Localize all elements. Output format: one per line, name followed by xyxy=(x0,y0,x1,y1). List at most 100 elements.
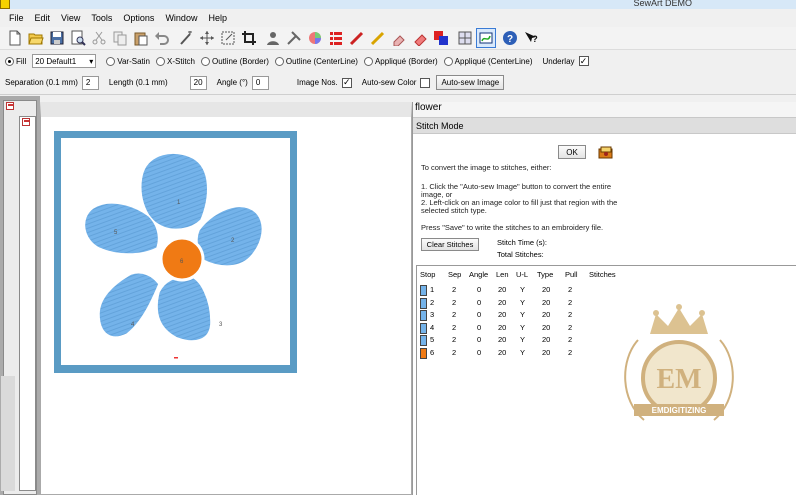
cell-pull: 2 xyxy=(568,348,573,357)
menu-window[interactable]: Window xyxy=(160,13,202,23)
menu-view[interactable]: View xyxy=(56,13,85,23)
palette-icon[interactable] xyxy=(326,28,346,48)
stitch-type-bar: Fill 20 Default1 ▾ Var-Satin X-Stitch Out… xyxy=(0,51,796,71)
color-swatch[interactable] xyxy=(420,310,427,322)
grid-icon[interactable] xyxy=(455,28,475,48)
color-swatch[interactable] xyxy=(420,285,427,296)
image-nos-label: Image Nos. xyxy=(296,78,338,87)
eraser-icon[interactable] xyxy=(389,28,409,48)
outline-centerline-radio[interactable]: Outline (CenterLine) xyxy=(274,56,358,66)
applique-centerline-radio[interactable]: Appliqué (CenterLine) xyxy=(443,56,533,66)
cell-angle: 0 xyxy=(477,348,482,357)
cell-angle: 0 xyxy=(477,285,482,294)
print-preview-icon[interactable] xyxy=(68,28,88,48)
canvas-area[interactable]: 1 2 3 4 5 6 xyxy=(61,138,290,365)
cell-stop: 5 xyxy=(430,335,435,345)
ok-button[interactable]: OK xyxy=(558,145,586,159)
cell-stop: 1 xyxy=(430,285,435,294)
watermark-monogram: EM xyxy=(656,364,701,395)
main-toolbar: ? ? xyxy=(0,27,796,50)
col-stop: Stop xyxy=(420,270,436,279)
pencil-icon[interactable] xyxy=(368,28,388,48)
autosew-color-checkbox[interactable] xyxy=(420,77,431,88)
paste-icon[interactable] xyxy=(131,28,151,48)
separation-input[interactable]: 2 xyxy=(81,75,99,90)
cell-pull: 2 xyxy=(568,335,573,345)
cell-len: 20 xyxy=(498,322,507,332)
save-icon[interactable] xyxy=(47,28,67,48)
pen-icon[interactable] xyxy=(347,28,367,48)
menu-help[interactable]: Help xyxy=(203,13,232,23)
mdi-background xyxy=(0,96,40,495)
x-stitch-radio[interactable]: X-Stitch xyxy=(155,56,195,66)
parameter-bar: Separation (0.1 mm) 2 Length (0.1 mm) 20… xyxy=(0,71,796,95)
cell-len: 20 xyxy=(498,348,507,357)
color-swatch[interactable] xyxy=(420,348,427,359)
wand-icon[interactable] xyxy=(176,28,196,48)
mode-header: Stitch Mode xyxy=(413,117,796,134)
cut-icon[interactable] xyxy=(89,28,109,48)
table-row[interactable]: 6 2 0 20 Y 20 2 xyxy=(417,348,617,361)
new-file-icon[interactable] xyxy=(5,28,25,48)
cell-type: 20 xyxy=(542,348,551,357)
menu-tools[interactable]: Tools xyxy=(86,13,117,23)
cell-type: 20 xyxy=(542,310,551,320)
cell-angle: 0 xyxy=(477,297,482,307)
table-row[interactable]: 5 2 0 20 Y 20 2 xyxy=(417,335,617,348)
color-swatch[interactable] xyxy=(420,335,427,347)
doc-icon[interactable] xyxy=(6,102,14,110)
table-row[interactable]: 1 2 0 20 Y 20 2 xyxy=(417,285,617,298)
shapes-icon[interactable] xyxy=(431,28,451,48)
angle-input[interactable]: 0 xyxy=(251,75,269,90)
autosew-image-button[interactable]: Auto-sew Image xyxy=(436,75,505,90)
table-row[interactable]: 3 2 0 20 Y 20 2 xyxy=(417,310,617,323)
outline-border-radio[interactable]: Outline (Border) xyxy=(201,56,269,66)
undo-icon[interactable] xyxy=(152,28,172,48)
resize-icon[interactable] xyxy=(218,28,238,48)
cell-sep: 2 xyxy=(452,285,457,294)
applique-border-radio[interactable]: Appliqué (Border) xyxy=(363,56,438,66)
color-swatch[interactable] xyxy=(420,297,427,309)
move-icon[interactable] xyxy=(197,28,217,48)
table-row[interactable]: 2 2 0 20 Y 20 2 xyxy=(417,297,617,311)
flower-design[interactable]: 1 2 3 4 5 6 xyxy=(61,138,290,365)
length-input[interactable]: 20 xyxy=(189,75,207,90)
preset-select[interactable]: 20 Default1 ▾ xyxy=(32,54,97,68)
cell-sep: 2 xyxy=(452,310,457,320)
open-folder-icon[interactable] xyxy=(26,28,46,48)
crop-icon[interactable] xyxy=(239,28,259,48)
angle-label: Angle (°) xyxy=(216,78,248,87)
clear-stitches-button[interactable]: Clear Stitches xyxy=(421,238,479,251)
col-sep: Sep xyxy=(448,270,462,279)
cell-stop: 3 xyxy=(430,310,435,320)
fill-radio[interactable]: Fill xyxy=(5,56,26,66)
help-book-icon[interactable] xyxy=(598,145,614,160)
menu-options[interactable]: Options xyxy=(118,13,159,23)
color-swatch[interactable] xyxy=(420,322,427,334)
underlay-label: Underlay xyxy=(542,56,575,66)
panel-title: flower xyxy=(413,102,796,117)
embroidery-icon[interactable] xyxy=(476,28,496,48)
cell-len: 20 xyxy=(498,310,507,320)
cell-type: 20 xyxy=(542,335,551,345)
tools-icon[interactable] xyxy=(284,28,304,48)
autosew-color-label: Auto-sew Color xyxy=(361,78,417,87)
cell-stop: 2 xyxy=(430,297,435,307)
help-icon[interactable]: ? xyxy=(500,28,520,48)
doc-icon[interactable] xyxy=(22,118,30,126)
underlay-checkbox[interactable]: ✓ xyxy=(578,56,589,66)
image-nos-checkbox[interactable]: ✓ xyxy=(341,77,352,88)
person-icon[interactable] xyxy=(263,28,283,48)
var-satin-radio[interactable]: Var-Satin xyxy=(106,56,150,66)
mdi-window-2[interactable] xyxy=(19,116,36,491)
color-wheel-icon[interactable] xyxy=(305,28,325,48)
menu-file[interactable]: File xyxy=(0,13,29,23)
table-row[interactable]: 4 2 0 20 Y 20 2 xyxy=(417,322,617,336)
menu-edit[interactable]: Edit xyxy=(30,13,56,23)
col-ul: U-L xyxy=(516,270,529,279)
whats-this-icon[interactable]: ? xyxy=(521,28,541,48)
copy-icon[interactable] xyxy=(110,28,130,48)
cell-pull: 2 xyxy=(568,310,573,320)
fill-eraser-icon[interactable] xyxy=(410,28,430,48)
cell-sep: 2 xyxy=(452,348,457,357)
